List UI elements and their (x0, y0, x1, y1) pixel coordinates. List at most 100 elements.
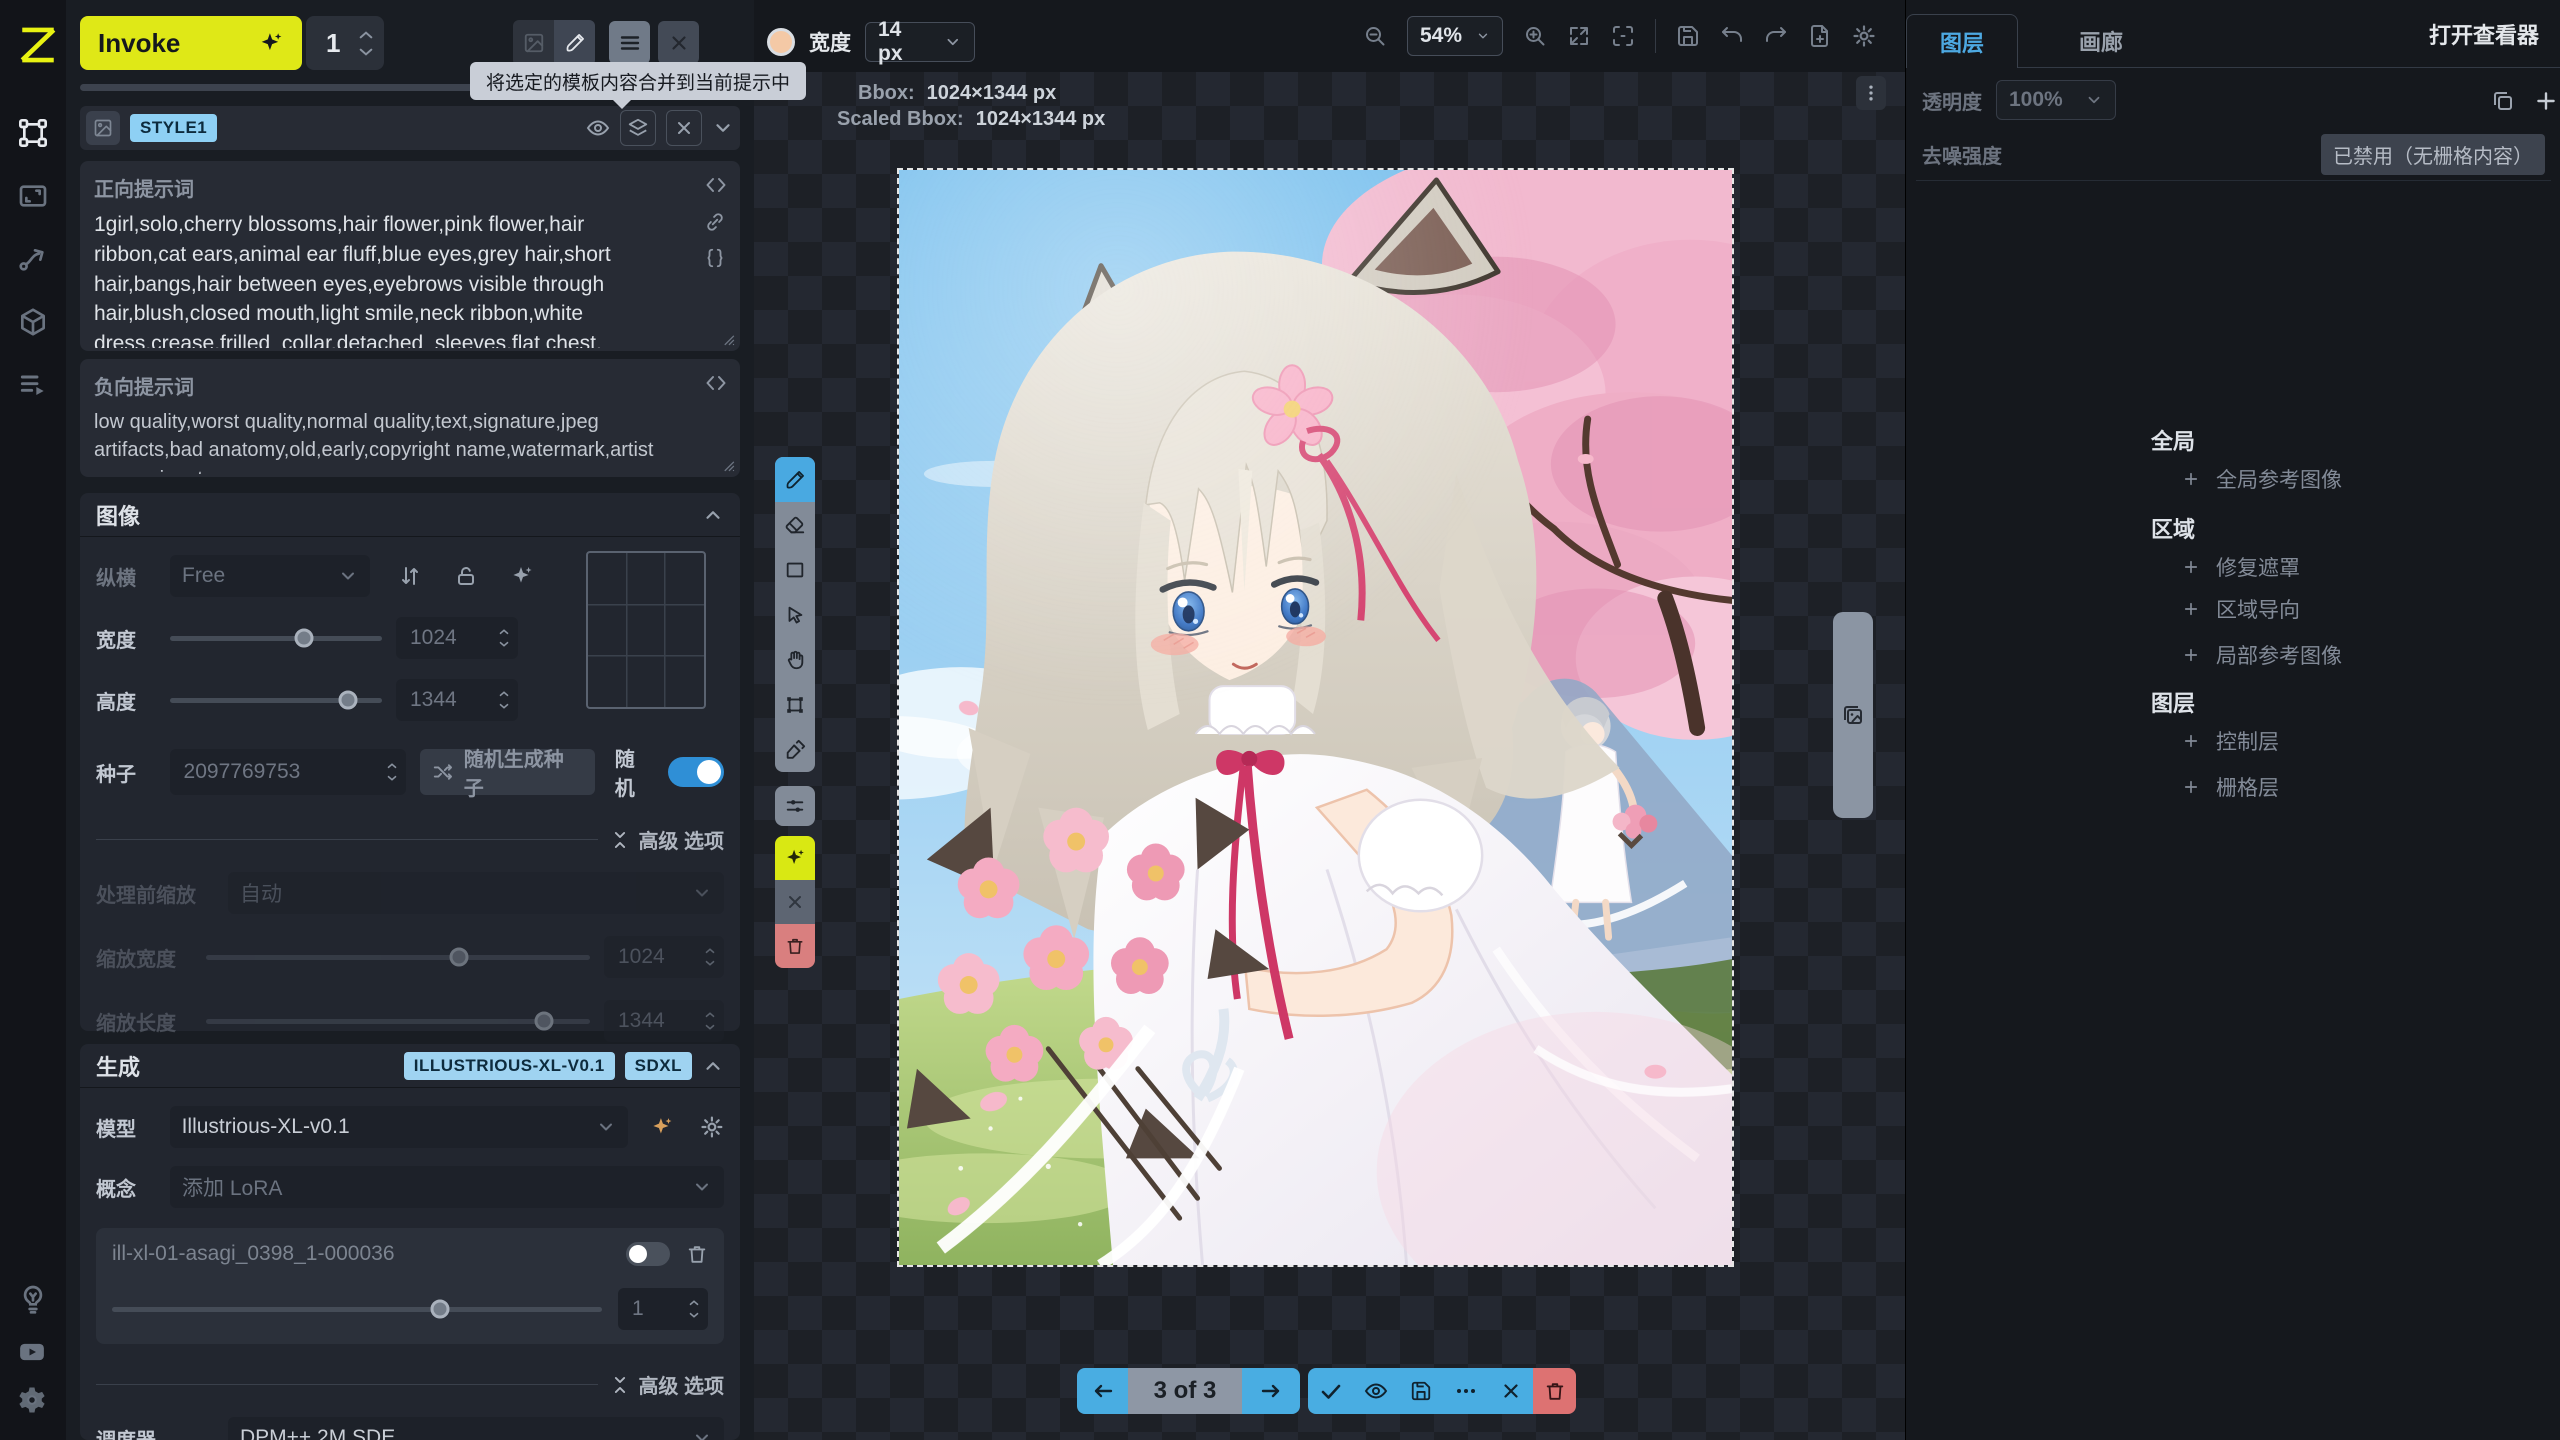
delete-region-button[interactable] (775, 924, 815, 968)
positive-prompt-box[interactable]: 正向提示词 1girl,solo,cherry blossoms,hair fl… (80, 161, 740, 351)
nav-upscale-tab[interactable] (17, 180, 49, 212)
template-view-button[interactable] (586, 116, 610, 140)
fit-to-view-button[interactable] (1567, 24, 1591, 48)
brush-tool[interactable] (775, 457, 815, 502)
canvas-settings-gear-icon[interactable] (1852, 24, 1876, 48)
add-layer-icon[interactable] (2533, 88, 2559, 114)
scaled-width-input[interactable]: 1024 (604, 936, 724, 978)
chevron-up-icon[interactable] (702, 1055, 724, 1077)
menu-button[interactable] (609, 21, 650, 64)
next-image-button[interactable] (1242, 1368, 1300, 1414)
preview-image-button[interactable] (1353, 1368, 1398, 1414)
randomize-seed-button[interactable]: 随机生成种子 (420, 749, 595, 795)
nav-models-tab[interactable] (17, 306, 49, 338)
redo-button[interactable] (1764, 24, 1788, 48)
template-merge-button[interactable] (620, 110, 656, 146)
model-optimize-icon[interactable] (650, 1115, 674, 1139)
cancel-region-button[interactable] (775, 880, 815, 924)
save-canvas-button[interactable] (1676, 24, 1700, 48)
add-inpaint-mask[interactable]: 修复遮罩 (2182, 552, 2300, 582)
bbox-tool[interactable] (775, 682, 815, 727)
chevron-up-icon[interactable] (358, 30, 374, 40)
rect-tool[interactable] (775, 547, 815, 592)
discard-image-button[interactable] (1488, 1368, 1533, 1414)
more-actions-button[interactable] (1443, 1368, 1488, 1414)
resize-grip-icon[interactable] (716, 453, 736, 473)
canvas-context-menu-button[interactable] (1856, 76, 1886, 110)
generated-image[interactable] (897, 168, 1734, 1267)
tab-gallery[interactable]: 画廊 (2046, 14, 2156, 68)
add-regional-reference-image[interactable]: 局部参考图像 (2182, 640, 2342, 670)
nav-workflows-tab[interactable] (17, 243, 49, 275)
lock-aspect-icon[interactable] (454, 564, 478, 588)
add-regional-guidance[interactable]: 区域导向 (2182, 594, 2300, 624)
resize-grip-icon[interactable] (716, 327, 736, 347)
scheduler-select[interactable]: DPM++ 2M SDE (228, 1417, 724, 1440)
undo-button[interactable] (1720, 24, 1744, 48)
gallery-drawer-handle[interactable] (1833, 612, 1873, 818)
open-viewer-link[interactable]: 打开查看器 (2429, 0, 2539, 68)
eyedropper-tool[interactable] (775, 727, 815, 772)
settings-gear-icon[interactable] (17, 1385, 49, 1417)
random-seed-toggle[interactable] (668, 757, 724, 787)
scaled-height-input[interactable]: 1344 (604, 1000, 724, 1042)
add-control-layer[interactable]: 控制层 (2182, 726, 2279, 756)
zoom-in-button[interactable] (1523, 24, 1547, 48)
brush-color-swatch[interactable] (767, 28, 795, 56)
optimize-size-icon[interactable] (510, 564, 534, 588)
negative-prompt-box[interactable]: 负向提示词 low quality,worst quality,normal q… (80, 359, 740, 477)
zoom-level-select[interactable]: 54% (1407, 16, 1503, 56)
nav-canvas-tab[interactable] (17, 117, 49, 149)
chevron-up-icon[interactable] (702, 504, 724, 526)
lora-enabled-toggle[interactable] (626, 1242, 670, 1266)
link-icon[interactable] (704, 211, 726, 233)
positive-prompt-text[interactable]: 1girl,solo,cherry blossoms,hair flower,p… (94, 210, 682, 348)
chevron-down-icon[interactable] (358, 47, 374, 57)
swap-dimensions-icon[interactable] (398, 564, 422, 588)
eraser-tool[interactable] (775, 502, 815, 547)
negative-prompt-text[interactable]: low quality,worst quality,normal quality… (94, 408, 682, 474)
add-lora-select[interactable]: 添加 LoRA (170, 1166, 724, 1208)
nav-queue-tab[interactable] (17, 369, 49, 401)
lora-weight-input[interactable]: 1 (618, 1288, 708, 1330)
move-tool[interactable] (775, 592, 815, 637)
brush-layer-button[interactable] (554, 20, 595, 66)
new-session-button[interactable] (1808, 24, 1832, 48)
scaled-height-slider[interactable] (206, 1019, 590, 1024)
trash-icon[interactable] (686, 1243, 708, 1265)
accept-image-button[interactable] (1308, 1368, 1353, 1414)
lora-weight-slider[interactable] (112, 1307, 602, 1312)
generation-advanced-options[interactable]: 高级 选项 (610, 1370, 724, 1399)
model-select[interactable]: Illustrious-XL-v0.1 (170, 1106, 629, 1148)
height-slider[interactable] (170, 698, 382, 703)
braces-icon[interactable] (704, 247, 726, 269)
seed-input[interactable]: 2097769753 (170, 749, 406, 795)
width-slider[interactable] (170, 636, 382, 641)
code-icon[interactable] (704, 173, 728, 197)
prev-image-button[interactable] (1077, 1368, 1128, 1414)
youtube-icon[interactable] (17, 1337, 49, 1369)
add-global-reference-image[interactable]: 全局参考图像 (2182, 464, 2342, 494)
pan-tool[interactable] (775, 637, 815, 682)
code-icon[interactable] (704, 371, 728, 395)
save-image-button[interactable] (1398, 1368, 1443, 1414)
duplicate-layer-icon[interactable] (2491, 89, 2515, 113)
template-expand-button[interactable] (712, 117, 734, 139)
template-clear-button[interactable] (666, 110, 702, 146)
invoke-button[interactable]: Invoke (80, 16, 302, 70)
opacity-select[interactable]: 100% (1996, 80, 2116, 120)
image-layer-button[interactable] (513, 20, 554, 66)
aspect-select[interactable]: Free (170, 555, 370, 597)
add-raster-layer[interactable]: 栅格层 (2182, 772, 2279, 802)
brush-width-select[interactable]: 14 px (865, 22, 975, 62)
support-lightbulb-icon[interactable] (17, 1283, 49, 1315)
scaled-width-slider[interactable] (206, 955, 590, 960)
height-input[interactable]: 1344 (396, 679, 518, 721)
image-advanced-options[interactable]: 高级 选项 (610, 825, 724, 854)
invoke-region-button[interactable] (775, 836, 815, 880)
model-settings-gear-icon[interactable] (700, 1115, 724, 1139)
prompt-template-row[interactable]: STYLE1 (80, 106, 740, 150)
width-input[interactable]: 1024 (396, 617, 518, 659)
zoom-out-button[interactable] (1363, 24, 1387, 48)
scale-method-select[interactable]: 自动 (228, 872, 724, 914)
